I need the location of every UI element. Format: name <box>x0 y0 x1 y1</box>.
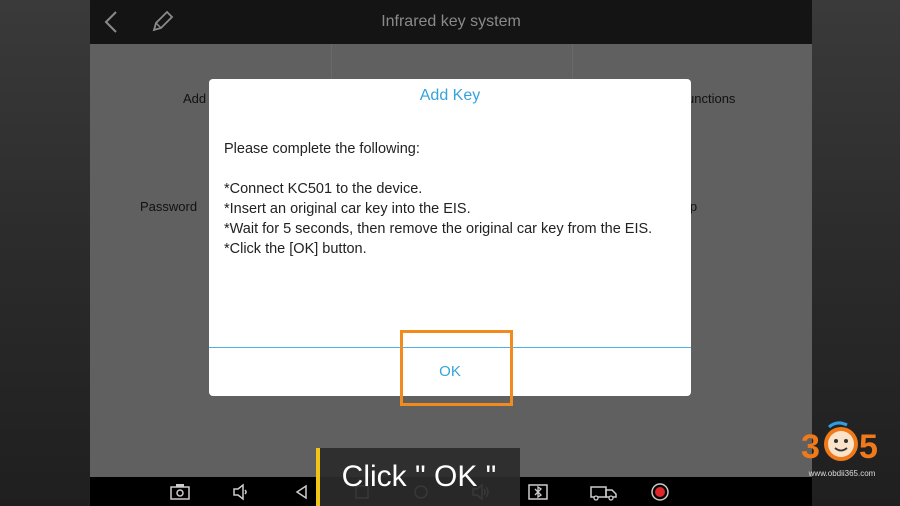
screenshot-icon[interactable] <box>170 482 190 502</box>
dialog-instructions: Please complete the following: *Connect … <box>224 139 674 259</box>
dialog-title: Add Key <box>419 87 481 104</box>
svg-text:3: 3 <box>801 428 820 466</box>
back-icon[interactable] <box>292 482 312 502</box>
caption-text: Click " OK " <box>341 460 497 493</box>
obdii365-logo: 3 5 <box>801 421 878 466</box>
menu-item-functions[interactable]: unctions <box>687 91 735 106</box>
record-icon[interactable] <box>650 482 670 502</box>
instruction-step: *Wait for 5 seconds, then remove the ori… <box>224 221 653 237</box>
watermark-url: www.obdii365.com <box>808 469 876 478</box>
instruction-step: *Click the [OK] button. <box>224 241 367 257</box>
truck-icon[interactable] <box>590 482 618 502</box>
left-backdrop <box>0 0 90 506</box>
menu-item-password[interactable]: Password <box>140 199 197 214</box>
edit-pencil-icon[interactable] <box>148 8 176 36</box>
ok-highlight-box <box>400 330 513 406</box>
menu-item-add[interactable]: Add <box>183 91 206 106</box>
instruction-step: *Insert an original car key into the EIS… <box>224 201 471 217</box>
volume-down-icon[interactable] <box>231 482 251 502</box>
page-title: Infrared key system <box>381 13 521 30</box>
instructions-intro: Please complete the following: <box>224 141 420 157</box>
back-arrow-icon[interactable] <box>98 8 126 36</box>
instruction-step: *Connect KC501 to the device. <box>224 181 423 197</box>
bluetooth-icon[interactable] <box>528 482 548 502</box>
svg-text:5: 5 <box>859 428 878 466</box>
top-bar: Infrared key system <box>90 0 812 44</box>
